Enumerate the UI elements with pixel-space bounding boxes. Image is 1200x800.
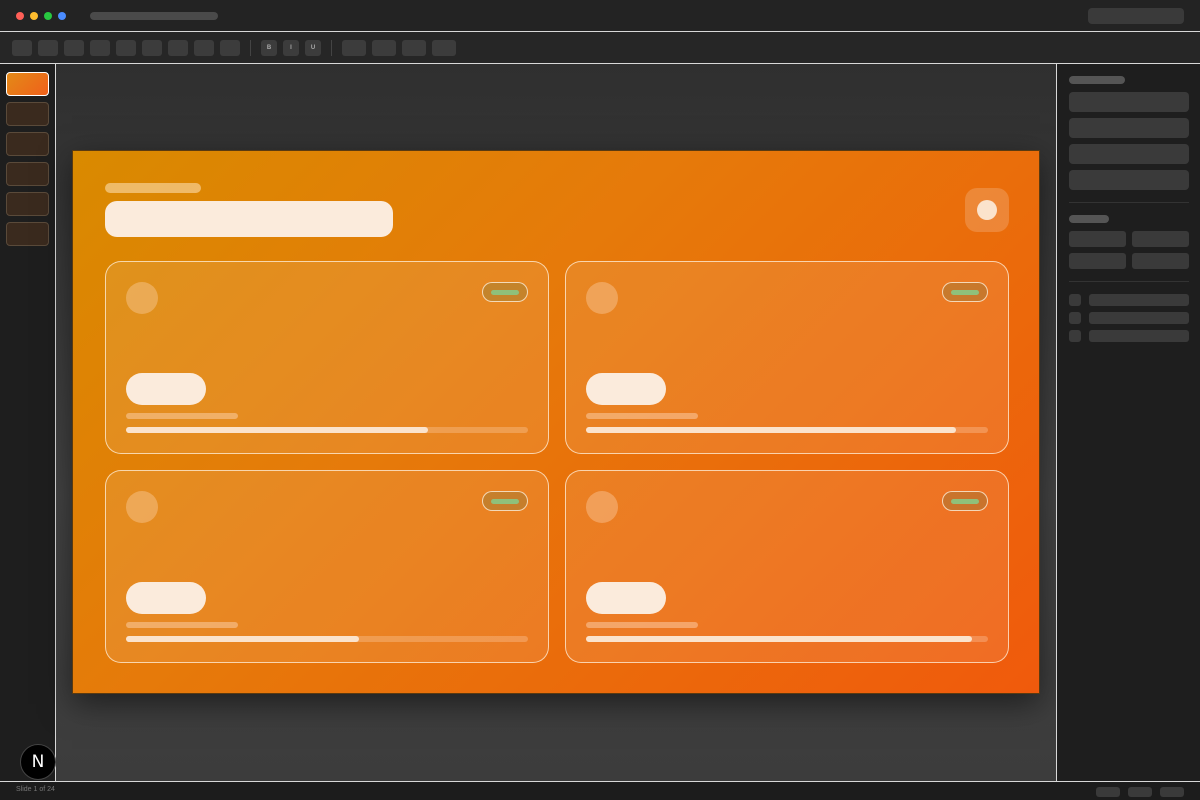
slide-thumbnail-3[interactable] xyxy=(6,132,49,156)
maximize-window-button[interactable] xyxy=(44,12,52,20)
inspector-field[interactable] xyxy=(1069,92,1189,112)
inspector-option-label xyxy=(1089,294,1189,306)
inspector-input[interactable] xyxy=(1132,253,1189,269)
status-button[interactable] xyxy=(1160,787,1184,797)
toolbar-separator xyxy=(331,40,332,56)
circle-icon xyxy=(977,200,997,220)
italic-button[interactable]: I xyxy=(283,40,299,56)
card-icon xyxy=(126,491,158,523)
slide-thumbnail-5[interactable] xyxy=(6,192,49,216)
inspector-option-label xyxy=(1089,312,1189,324)
card-value xyxy=(586,582,666,614)
toolbar-button-12[interactable] xyxy=(402,40,426,56)
window-extra-button[interactable] xyxy=(58,12,66,20)
progress-fill xyxy=(126,636,360,642)
toolbar-button-11[interactable] xyxy=(372,40,396,56)
toolbar-button-2[interactable] xyxy=(38,40,58,56)
status-badge xyxy=(482,491,528,511)
slide-title[interactable] xyxy=(105,201,393,237)
underline-button[interactable]: U xyxy=(305,40,321,56)
progress-fill xyxy=(586,427,956,433)
status-badge-indicator xyxy=(491,499,519,504)
stat-card[interactable] xyxy=(105,261,549,454)
toolbar-button-7[interactable] xyxy=(168,40,188,56)
status-badge-indicator xyxy=(491,290,519,295)
card-label xyxy=(126,413,238,419)
slide-eyebrow xyxy=(105,183,201,193)
status-button[interactable] xyxy=(1128,787,1152,797)
status-badge-indicator xyxy=(951,290,979,295)
toolbar-button-13[interactable] xyxy=(432,40,456,56)
card-icon xyxy=(586,282,618,314)
toolbar-button-8[interactable] xyxy=(194,40,214,56)
toolbar-button-3[interactable] xyxy=(64,40,84,56)
inspector-section-heading xyxy=(1069,76,1125,84)
stat-card[interactable] xyxy=(565,470,1009,663)
slide-thumbnail-4[interactable] xyxy=(6,162,49,186)
slide[interactable] xyxy=(72,150,1040,694)
card-value xyxy=(586,373,666,405)
app-logo-icon[interactable]: N xyxy=(20,744,56,780)
progress-fill xyxy=(586,636,972,642)
inspector-input[interactable] xyxy=(1132,231,1189,247)
editor-canvas xyxy=(56,64,1056,781)
toolbar-button-4[interactable] xyxy=(90,40,110,56)
inspector-divider xyxy=(1069,202,1189,203)
card-label xyxy=(126,622,238,628)
inspector-field[interactable] xyxy=(1069,170,1189,190)
card-icon xyxy=(126,282,158,314)
toolbar-button-5[interactable] xyxy=(116,40,136,56)
toolbar-button-9[interactable] xyxy=(220,40,240,56)
card-value xyxy=(126,373,206,405)
stat-card[interactable] xyxy=(565,261,1009,454)
slide-thumbnail-2[interactable] xyxy=(6,102,49,126)
slide-thumbnail-6[interactable] xyxy=(6,222,49,246)
progress-bar xyxy=(586,636,988,642)
status-badge xyxy=(482,282,528,302)
inspector-field[interactable] xyxy=(1069,144,1189,164)
slides-panel xyxy=(0,64,56,781)
inspector-divider xyxy=(1069,281,1189,282)
status-badge xyxy=(942,282,988,302)
minimize-window-button[interactable] xyxy=(30,12,38,20)
card-icon xyxy=(586,491,618,523)
stat-card[interactable] xyxy=(105,470,549,663)
inspector-option-label xyxy=(1089,330,1189,342)
card-label xyxy=(586,622,698,628)
toolbar-button-6[interactable] xyxy=(142,40,162,56)
inspector-input[interactable] xyxy=(1069,253,1126,269)
slide-icon-button[interactable] xyxy=(965,188,1009,232)
bold-button[interactable]: B xyxy=(261,40,277,56)
toolbar-separator xyxy=(250,40,251,56)
status-button[interactable] xyxy=(1096,787,1120,797)
slide-indicator: Slide 1 of 24 xyxy=(16,786,55,793)
card-value xyxy=(126,582,206,614)
progress-bar xyxy=(586,427,988,433)
toolbar: B I U xyxy=(0,32,1200,64)
progress-fill xyxy=(126,427,428,433)
status-badge-indicator xyxy=(951,499,979,504)
document-title xyxy=(90,12,218,20)
progress-bar xyxy=(126,636,528,642)
close-window-button[interactable] xyxy=(16,12,24,20)
toolbar-button-10[interactable] xyxy=(342,40,366,56)
inspector-input[interactable] xyxy=(1069,231,1126,247)
inspector-field[interactable] xyxy=(1069,118,1189,138)
card-label xyxy=(586,413,698,419)
title-bar xyxy=(0,0,1200,32)
share-button[interactable] xyxy=(1088,8,1184,24)
inspector-checkbox[interactable] xyxy=(1069,294,1081,306)
status-bar: Slide 1 of 24 xyxy=(0,781,1200,800)
inspector-checkbox[interactable] xyxy=(1069,312,1081,324)
status-badge xyxy=(942,491,988,511)
progress-bar xyxy=(126,427,528,433)
inspector-checkbox[interactable] xyxy=(1069,330,1081,342)
slide-thumbnail-1[interactable] xyxy=(6,72,49,96)
inspector-panel xyxy=(1056,64,1200,781)
inspector-section-heading xyxy=(1069,215,1109,223)
toolbar-button-1[interactable] xyxy=(12,40,32,56)
